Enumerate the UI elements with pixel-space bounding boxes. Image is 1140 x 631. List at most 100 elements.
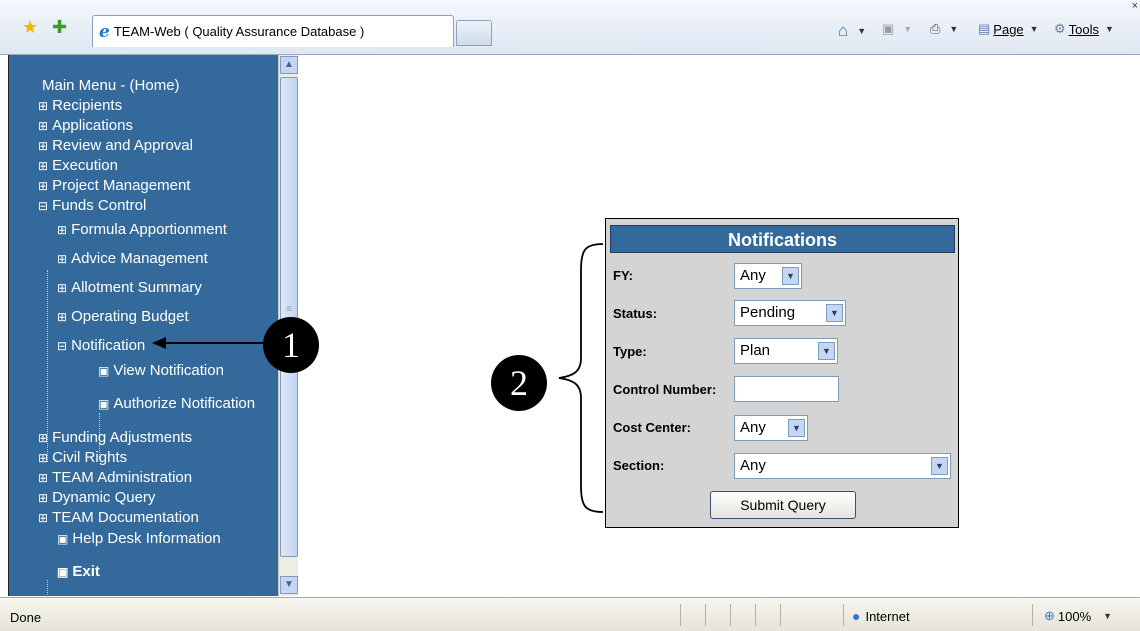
expand-icon: ⊞ [38, 159, 49, 173]
type-label: Type: [613, 344, 647, 359]
expand-icon: ⊞ [38, 119, 49, 133]
page-menu-label: Page [993, 21, 1024, 37]
sidebar-item-funds-control[interactable]: ⊟ Funds Control [38, 197, 146, 215]
grip-icon: ≡ [286, 304, 292, 315]
leaf-icon: ▣ [57, 532, 69, 546]
submit-query-button[interactable]: Submit Query [710, 491, 856, 519]
scroll-up-button[interactable]: ▲ [280, 56, 298, 74]
expand-icon: ⊞ [38, 139, 49, 153]
expand-icon: ⊞ [38, 471, 49, 485]
scroll-down-button[interactable]: ▼ [280, 576, 298, 594]
sidebar-item-operating-budget[interactable]: ⊞ Operating Budget [57, 308, 189, 326]
status-select[interactable]: Pending ▼ [734, 300, 846, 326]
browser-toolbar: ★ ✚ e TEAM-Web ( Quality Assurance Datab… [0, 0, 1140, 55]
expand-icon: ⊞ [57, 252, 68, 266]
tools-menu-label: Tools [1068, 21, 1100, 37]
zoom-icon: ⊕ [1044, 608, 1055, 623]
expand-icon: ⊞ [57, 223, 68, 237]
expand-icon: ⊞ [38, 99, 49, 113]
callout-badge-2: 2 [491, 355, 547, 411]
fy-select[interactable]: Any ▼ [734, 263, 802, 289]
browser-window: ★ ✚ e TEAM-Web ( Quality Assurance Datab… [0, 0, 1140, 631]
new-tab-button[interactable] [456, 20, 492, 46]
cost-center-label: Cost Center: [613, 420, 692, 435]
sidebar-item-team-documentation[interactable]: ⊞ TEAM Documentation [38, 509, 199, 527]
feeds-button[interactable]: ▣ ▼ [882, 21, 912, 37]
type-select[interactable]: Plan ▼ [734, 338, 838, 364]
sidebar-item-execution[interactable]: ⊞ Execution [38, 157, 118, 175]
cost-center-select[interactable]: Any ▼ [734, 415, 808, 441]
notifications-panel: Notifications FY: Any ▼ Status: Pending … [605, 218, 959, 528]
sidebar-item-recipients[interactable]: ⊞ Recipients [38, 97, 122, 115]
sidebar-item-team-administration[interactable]: ⊞ TEAM Administration [38, 469, 192, 487]
expand-icon: ⊞ [38, 491, 49, 505]
chevron-down-icon: ▼ [284, 579, 294, 590]
section-select[interactable]: Any ▼ [734, 453, 951, 479]
sidebar-item-advice-management[interactable]: ⊞ Advice Management [57, 250, 208, 268]
expand-icon: ⊞ [38, 179, 49, 193]
collapse-icon: ⊟ [57, 339, 68, 353]
status-divider [680, 604, 681, 626]
rss-feed-icon: ▣ [882, 21, 895, 36]
control-number-input[interactable] [734, 376, 839, 402]
sidebar-item-view-notification[interactable]: ▣ View Notification [98, 362, 224, 380]
expand-icon: ⊞ [57, 310, 68, 324]
home-button[interactable]: ⌂ ▼ [838, 21, 866, 41]
callout-arrow [152, 337, 268, 349]
gear-icon: ⚙ [1054, 21, 1066, 36]
browser-tab-active[interactable]: e TEAM-Web ( Quality Assurance Database … [92, 15, 454, 47]
sidebar-item-allotment-summary[interactable]: ⊞ Allotment Summary [57, 279, 202, 297]
sidebar-item-exit[interactable]: ▣ Exit [57, 563, 100, 581]
sidebar-item-project-management[interactable]: ⊞ Project Management [38, 177, 190, 195]
section-label: Section: [613, 458, 665, 473]
zoom-control[interactable]: ⊕ 100% ▼ [1044, 608, 1112, 624]
chevron-down-icon: ▼ [931, 457, 948, 475]
sidebar-item-applications[interactable]: ⊞ Applications [38, 117, 133, 135]
expand-icon: ⊞ [38, 451, 49, 465]
tab-title: TEAM-Web ( Quality Assurance Database ) [113, 24, 365, 39]
sidebar-item-dynamic-query[interactable]: ⊞ Dynamic Query [38, 489, 155, 507]
printer-icon: ⎙ [930, 21, 941, 36]
expand-icon: ⊞ [38, 431, 49, 445]
status-bar: Done ● Internet ⊕ 100% ▼ [0, 597, 1140, 631]
status-divider [780, 604, 781, 626]
page-icon: ▤ [978, 21, 991, 36]
sidebar-item-formula-apportionment[interactable]: ⊞ Formula Apportionment [57, 221, 227, 239]
status-label: Status: [613, 306, 658, 321]
favorites-star-icon[interactable]: ★ [22, 18, 38, 36]
expand-icon: ⊞ [57, 281, 68, 295]
globe-icon: ● [852, 608, 861, 624]
chevron-down-icon: ▼ [818, 342, 835, 360]
security-zone[interactable]: ● Internet [852, 608, 910, 624]
sidebar-item-funding-adjustments[interactable]: ⊞ Funding Adjustments [38, 429, 192, 447]
status-divider [755, 604, 756, 626]
home-icon: ⌂ [838, 21, 849, 40]
add-favorite-icon[interactable]: ✚ [52, 18, 67, 36]
close-tab-icon[interactable]: × [1132, 0, 1138, 12]
sidebar-item-civil-rights[interactable]: ⊞ Civil Rights [38, 449, 127, 467]
sidebar-item-review-approval[interactable]: ⊞ Review and Approval [38, 137, 193, 155]
chevron-down-icon: ▼ [782, 267, 799, 285]
print-button[interactable]: ⎙ ▼ [930, 21, 958, 37]
chevron-down-icon: ▼ [826, 304, 843, 322]
tools-menu[interactable]: ⚙ Tools ▼ [1054, 21, 1114, 37]
panel-title: Notifications [610, 225, 955, 253]
fy-label: FY: [613, 268, 633, 283]
chevron-up-icon: ▲ [284, 59, 294, 70]
leaf-icon: ▣ [98, 397, 110, 411]
status-divider [705, 604, 706, 626]
leaf-icon: ▣ [57, 565, 69, 579]
sidebar-item-main-menu[interactable]: Main Menu - (Home) [38, 77, 180, 95]
chevron-down-icon: ▼ [788, 419, 805, 437]
control-number-label: Control Number: [613, 382, 717, 397]
page-menu[interactable]: ▤ Page ▼ [978, 21, 1039, 37]
ie-logo-icon: e [99, 21, 110, 42]
chevron-down-icon: ▼ [1103, 611, 1113, 621]
status-divider [1032, 604, 1033, 626]
sidebar-nav: Main Menu - (Home) ⊞ Recipients ⊞ Applicat… [8, 55, 278, 625]
sidebar-item-help-desk[interactable]: ▣ Help Desk Information [57, 530, 221, 548]
status-divider [843, 604, 844, 626]
sidebar-item-authorize-notification[interactable]: ▣ Authorize Notification [98, 395, 255, 413]
expand-icon: ⊞ [38, 511, 49, 525]
sidebar-item-notification[interactable]: ⊟ Notification [57, 337, 145, 355]
